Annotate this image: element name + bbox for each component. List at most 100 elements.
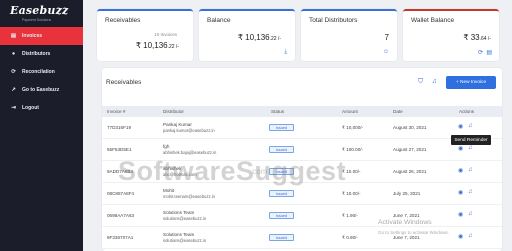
receivables-card: Receivables 10 Invoices ₹ 10,136.22 /- xyxy=(97,9,193,61)
amount-value: ₹ 33 xyxy=(463,33,480,42)
view-icon[interactable]: ◉ xyxy=(458,211,463,218)
refresh-icon[interactable]: ⟳ xyxy=(478,49,483,56)
column-header-status: Status xyxy=(271,109,285,114)
card-label: Wallet Balance xyxy=(411,17,455,24)
date: August 26, 2021 xyxy=(393,169,427,174)
logout-icon: ⇥ xyxy=(11,105,16,111)
card-label: Receivables xyxy=(105,17,141,24)
view-icon[interactable]: ◉ xyxy=(458,189,463,196)
column-header-invoice: Invoice # xyxy=(107,109,126,114)
column-header-amount: Amount xyxy=(342,109,358,114)
send-reminder-tooltip: Send Reminder xyxy=(451,135,491,145)
sidebar-item-label: Reconcilation xyxy=(22,69,55,75)
activate-windows-title: Activate Windows xyxy=(378,219,432,226)
amount-decimal: .22 /- xyxy=(269,36,281,42)
amount-value: ₹ 10,136 xyxy=(237,33,270,42)
distributor-name: fgh xyxy=(163,144,170,149)
balance-card: Balance ₹ 10,136.22 /- ⤓ xyxy=(199,9,295,61)
date: June 7, 2021 xyxy=(393,235,420,240)
bell-icon[interactable]: ♫ xyxy=(432,78,437,85)
sidebar-nav: ▤ Invoices ● Distributors ⟳ Reconcilatio… xyxy=(0,27,83,117)
distributors-card: Total Distributors 7 ☺ xyxy=(301,9,397,61)
date: August 30, 2021 xyxy=(393,125,427,130)
column-header-actions: Actions xyxy=(459,109,475,114)
filter-icon[interactable]: ⛉ xyxy=(418,78,423,86)
amount-decimal: .64 /- xyxy=(479,36,491,42)
sidebar: Easebuzz Payment Solutions ▤ Invoices ● … xyxy=(0,0,83,251)
amount: ₹ 10,000/- xyxy=(342,125,364,130)
bell-icon[interactable]: ♫ xyxy=(468,167,473,173)
distributor-name: Solutions Team xyxy=(163,210,195,215)
invoice-number[interactable]: 55F53D5E1 xyxy=(107,147,132,152)
panel-title: Receivables xyxy=(106,79,142,86)
distributors-count: 7 xyxy=(384,33,389,42)
sidebar-item-invoices[interactable]: ▤ Invoices xyxy=(0,27,83,45)
amount: ₹ 100.00/- xyxy=(342,147,364,152)
logo[interactable]: Easebuzz Payment Solutions xyxy=(0,0,83,24)
table-row: 77D316F19 Pankaj Kumar pankaj.kumar@ease… xyxy=(102,117,502,139)
invoice-count: 10 Invoices xyxy=(154,32,177,37)
table-row: 0698AA7A63 Solutions Team solutions@ease… xyxy=(102,205,502,227)
external-link-icon: ↗ xyxy=(11,87,16,93)
bell-icon[interactable]: ♫ xyxy=(468,145,473,151)
status-badge: Issued xyxy=(269,212,294,219)
amount: ₹ 10.00/- xyxy=(342,191,361,196)
bell-icon[interactable]: ♫ xyxy=(468,123,473,129)
bell-icon[interactable]: ♫ xyxy=(468,233,473,239)
sidebar-item-label: Distributors xyxy=(22,51,51,57)
status-badge: Issued xyxy=(269,190,294,197)
list-icon[interactable]: ▤ xyxy=(486,49,492,56)
invoice-number[interactable]: 08C887A8F4 xyxy=(107,191,134,196)
column-header-date: Date xyxy=(393,109,403,114)
distributor-name: Solutions Team xyxy=(163,232,195,237)
status-badge: Issued xyxy=(269,146,294,153)
bell-icon[interactable]: ♫ xyxy=(468,211,473,217)
date: June 7, 2021 xyxy=(393,213,420,218)
amount-decimal: .22 /- xyxy=(167,44,179,50)
users-icon: ● xyxy=(11,51,16,57)
receivables-amount: ₹ 10,136.22 /- xyxy=(136,41,179,50)
amount: ₹ 1.90/- xyxy=(342,213,358,218)
sidebar-item-label: Logout xyxy=(22,105,39,111)
wallet-amount: ₹ 33.64 /- xyxy=(463,33,491,42)
distributor-email: solutions@easebuzz.in xyxy=(163,216,207,221)
document-icon: ▤ xyxy=(10,33,17,39)
add-user-icon[interactable]: ☺ xyxy=(383,49,389,55)
new-invoice-button[interactable]: + New Invoice xyxy=(446,76,496,89)
watermark-url: .com xyxy=(250,167,268,176)
view-icon[interactable]: ◉ xyxy=(458,167,463,174)
bell-icon[interactable]: ♫ xyxy=(468,189,473,195)
logo-subtitle: Payment Solutions xyxy=(22,18,52,22)
view-icon[interactable]: ◉ xyxy=(458,233,463,240)
distributor-email: pankaj.kumar@easebuzz.in xyxy=(163,128,215,133)
download-icon[interactable]: ⤓ xyxy=(284,49,287,56)
activate-windows-subtitle: Go to Settings to activate Windows. xyxy=(378,230,450,235)
sidebar-item-label: Invoices xyxy=(22,33,43,39)
card-label: Balance xyxy=(207,17,231,24)
watermark-text: SoftwareSuggest xyxy=(118,156,347,186)
sync-icon: ⟳ xyxy=(11,69,16,75)
distributor-email: solutions@easebuzz.in xyxy=(163,238,207,243)
date: July 25, 2021 xyxy=(393,191,421,196)
distributor-name: Mohit xyxy=(163,188,175,193)
column-header-distributor: Distributor xyxy=(163,109,184,114)
wallet-balance-card: Wallet Balance ₹ 33.64 /- ⟳ ▤ xyxy=(403,9,499,61)
view-icon[interactable]: ◉ xyxy=(458,123,463,130)
distributor-email: mohit.teenam@easebuzz.in xyxy=(163,194,215,199)
distributor-email: abhishek.bajaj@easebuzz.in xyxy=(163,150,217,155)
invoice-number[interactable]: 0698AA7A63 xyxy=(107,213,134,218)
amount: ₹ 0.90/- xyxy=(342,235,358,240)
balance-amount: ₹ 10,136.22 /- xyxy=(238,33,281,42)
sidebar-item-go-to-easebuzz[interactable]: ↗ Go to Easebuzz xyxy=(0,81,83,99)
status-badge: Issued xyxy=(269,124,294,131)
sidebar-item-distributors[interactable]: ● Distributors xyxy=(0,45,83,63)
invoice-number[interactable]: 9F336707A1 xyxy=(107,235,133,240)
view-icon[interactable]: ◉ xyxy=(458,145,463,152)
sidebar-item-label: Go to Easebuzz xyxy=(22,87,60,93)
table-header: Invoice # Distributor Status Amount Date… xyxy=(102,106,502,117)
distributor-name: Pankaj Kumar xyxy=(163,122,192,127)
sidebar-item-reconcilation[interactable]: ⟳ Reconcilation xyxy=(0,63,83,81)
invoice-number[interactable]: 77D316F19 xyxy=(107,125,131,130)
sidebar-item-logout[interactable]: ⇥ Logout xyxy=(0,99,83,117)
status-badge: Issued xyxy=(269,234,294,241)
